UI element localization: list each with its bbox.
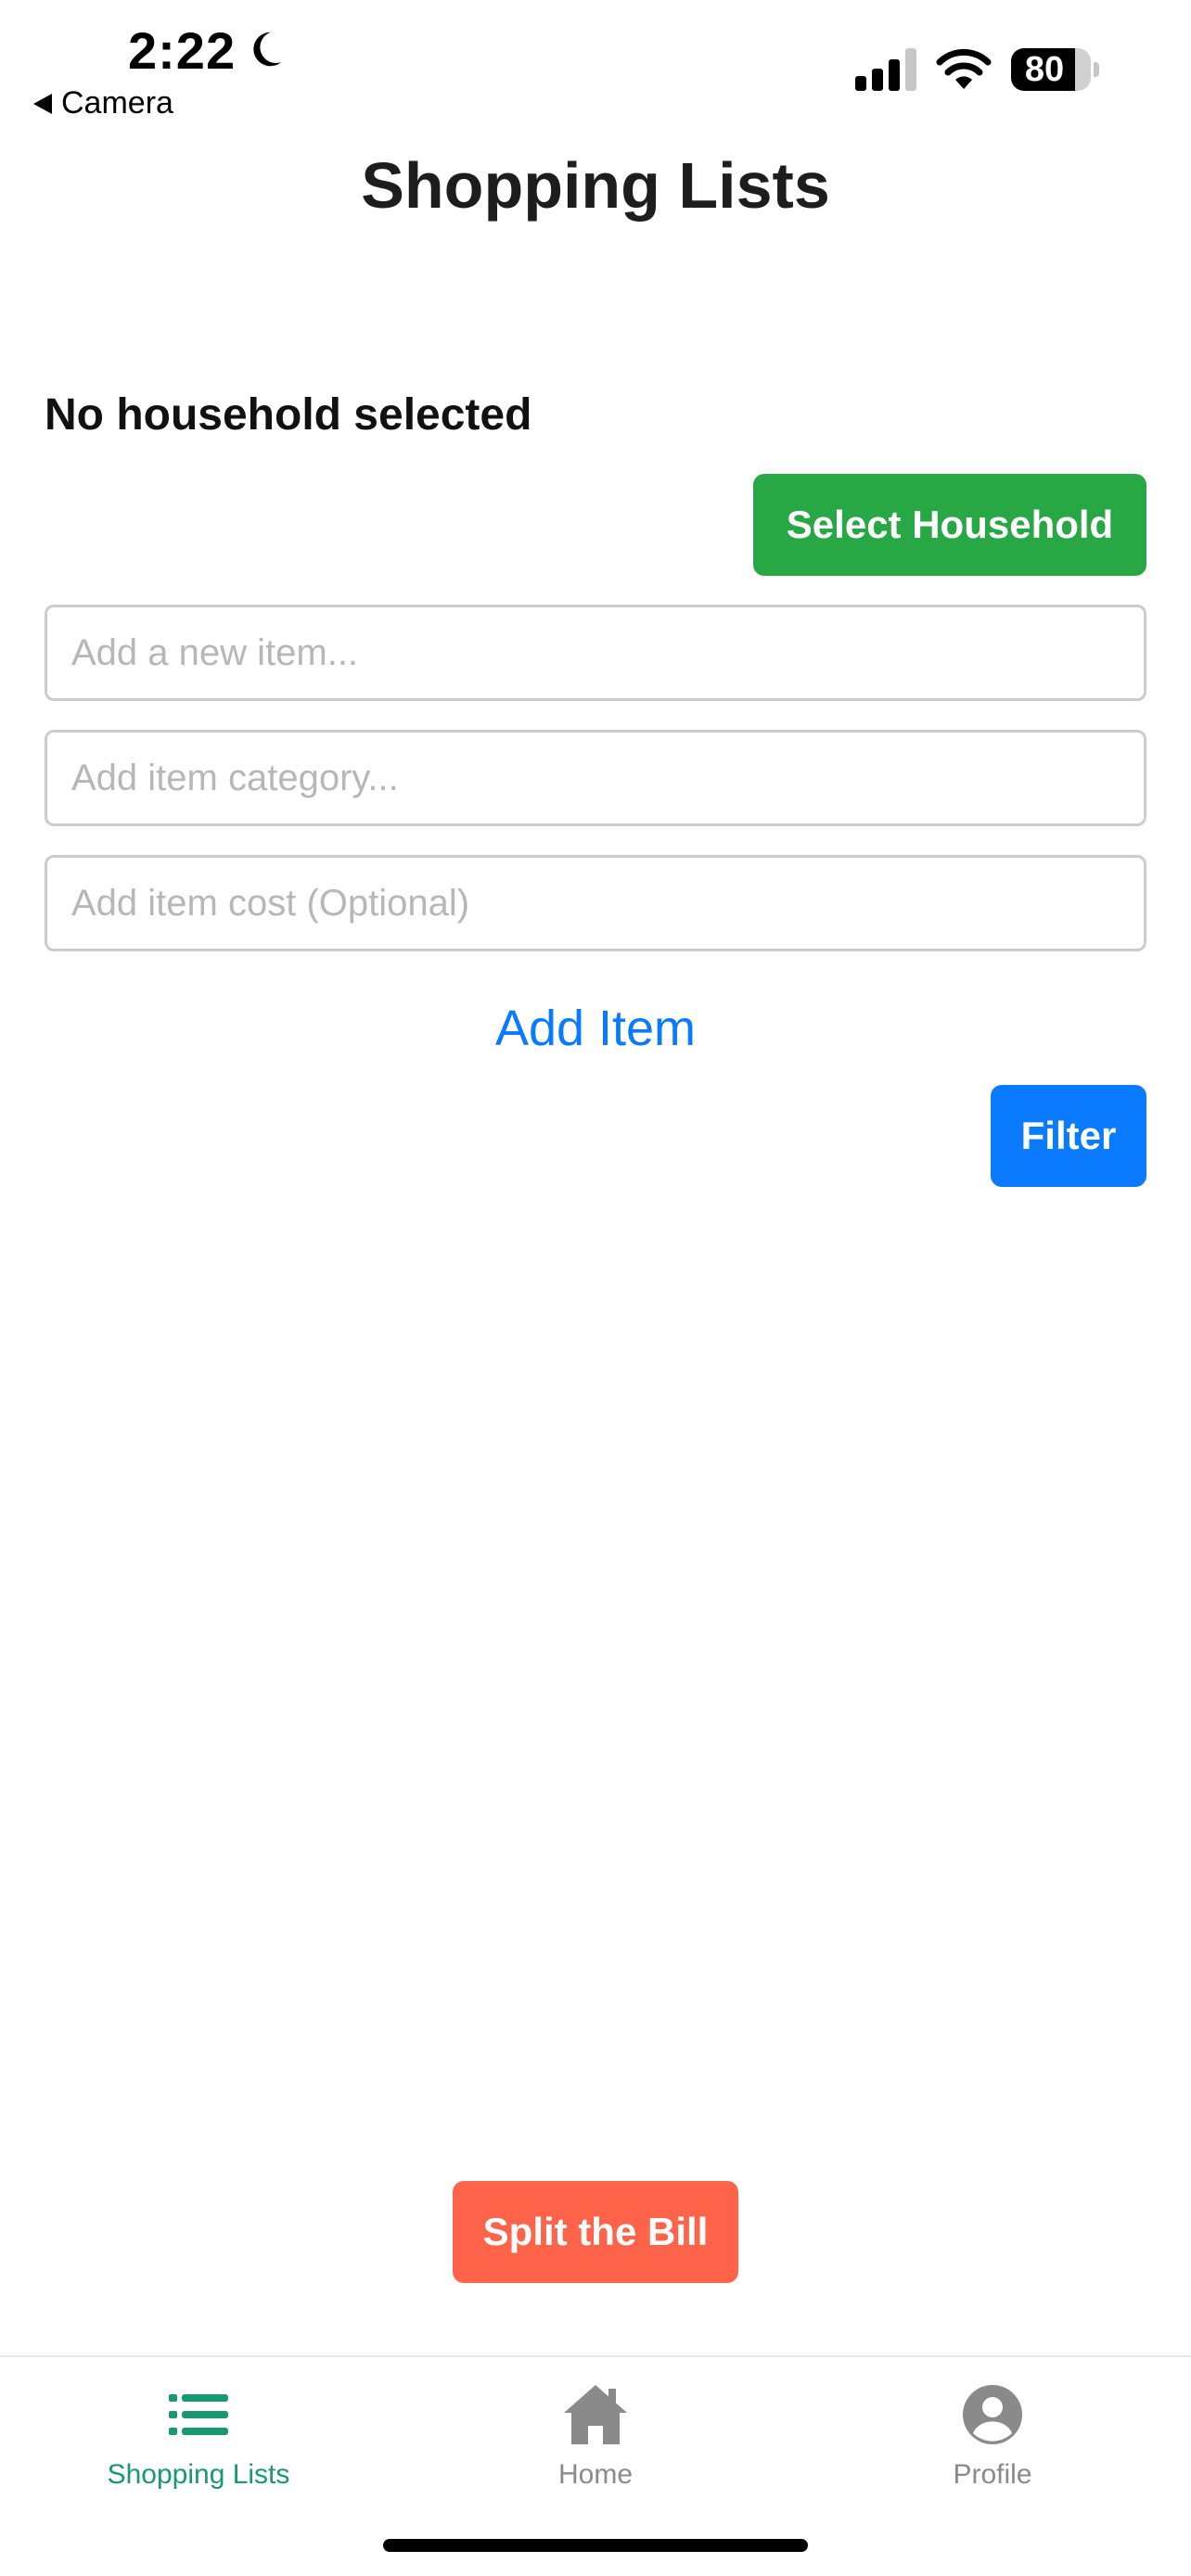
- battery-level: 80: [1024, 50, 1065, 89]
- tab-label-home: Home: [557, 2459, 634, 2490]
- tab-shopping-lists[interactable]: Shopping Lists: [0, 2376, 397, 2515]
- list-icon: [169, 2394, 228, 2435]
- tab-home[interactable]: Home: [397, 2376, 794, 2515]
- home-icon: [564, 2385, 627, 2444]
- item-cost-input[interactable]: [45, 855, 1146, 951]
- back-arrow-icon: [33, 93, 52, 114]
- wifi-icon: [936, 48, 992, 89]
- select-household-button[interactable]: Select Household: [753, 474, 1146, 576]
- moon-icon: [253, 32, 282, 67]
- item-category-input[interactable]: [45, 730, 1146, 826]
- add-item-button[interactable]: Add Item: [0, 1000, 1191, 1057]
- profile-icon: [963, 2385, 1022, 2444]
- status-bar: 2:22 Camera 80: [0, 0, 1191, 130]
- back-to-camera-link[interactable]: Camera: [33, 85, 173, 121]
- status-time: 2:22: [128, 21, 237, 80]
- back-link-label: Camera: [61, 85, 173, 121]
- cellular-signal-icon: [855, 48, 916, 91]
- tab-profile[interactable]: Profile: [794, 2376, 1191, 2515]
- household-status-text: No household selected: [45, 390, 532, 440]
- new-item-input[interactable]: [45, 605, 1146, 701]
- page-title: Shopping Lists: [361, 149, 830, 222]
- home-indicator[interactable]: [383, 2539, 808, 2552]
- battery-icon: 80: [1011, 48, 1102, 91]
- split-the-bill-button[interactable]: Split the Bill: [453, 2181, 738, 2283]
- filter-button[interactable]: Filter: [991, 1085, 1146, 1187]
- tab-label-shopping-lists: Shopping Lists: [107, 2459, 290, 2490]
- tab-label-profile: Profile: [953, 2459, 1032, 2490]
